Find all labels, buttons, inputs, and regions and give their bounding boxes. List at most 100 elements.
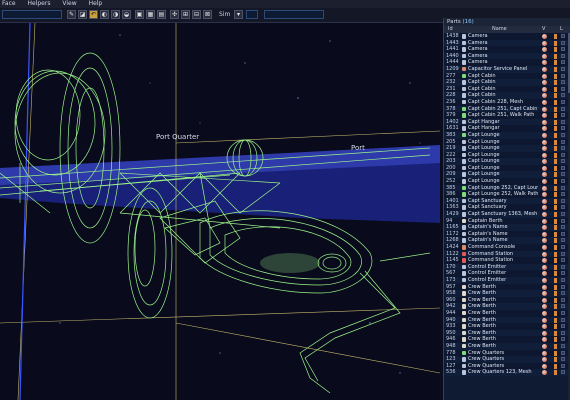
visibility-icon[interactable] <box>542 291 547 297</box>
move-icon[interactable]: ✣ <box>170 10 179 19</box>
checkbox[interactable] <box>561 284 565 289</box>
visibility-icon[interactable] <box>542 106 547 112</box>
table-row[interactable]: 236 Capt Cabin 228, Mesh <box>444 98 570 106</box>
table-row[interactable]: 386 Capt Lounge 252, Walk Path <box>444 191 570 198</box>
lock-icon[interactable] <box>554 146 557 152</box>
menu-helpers[interactable]: Helpers <box>28 0 51 8</box>
visibility-icon[interactable] <box>542 238 547 244</box>
visibility-icon[interactable] <box>542 152 547 158</box>
visibility-icon[interactable] <box>542 310 547 316</box>
checkbox[interactable] <box>561 337 565 342</box>
table-row[interactable]: 567 Control Emitter <box>444 270 570 277</box>
table-row[interactable]: 1444 Camera <box>444 59 570 66</box>
table-row[interactable]: 536 Crew Quarters 123, Mesh <box>444 369 570 376</box>
table-row[interactable]: 378 Capt Cabin 251, Capt Cabin <box>444 105 570 113</box>
lock-icon[interactable] <box>554 159 557 165</box>
remove-icon[interactable]: ⊟ <box>192 10 201 19</box>
visibility-icon[interactable] <box>542 357 547 363</box>
checkbox[interactable] <box>561 73 565 78</box>
visibility-icon[interactable] <box>542 324 547 330</box>
visibility-icon[interactable] <box>542 317 547 323</box>
checkbox[interactable] <box>561 66 565 71</box>
checkbox[interactable] <box>561 277 565 282</box>
table-row[interactable]: 1165 Captain's Name <box>444 224 570 231</box>
visibility-icon[interactable] <box>542 34 547 39</box>
checkbox[interactable] <box>561 291 565 296</box>
checkbox[interactable] <box>561 205 565 210</box>
visibility-icon[interactable] <box>542 126 547 132</box>
checkbox[interactable] <box>561 238 565 243</box>
table-row[interactable]: 222 Capt Lounge <box>444 151 570 159</box>
visibility-icon[interactable] <box>542 192 547 198</box>
lock-icon[interactable] <box>554 192 557 198</box>
visibility-icon[interactable] <box>542 225 547 231</box>
lock-icon[interactable] <box>554 324 557 330</box>
lock-icon[interactable] <box>554 258 557 264</box>
table-row[interactable]: 1402 Capt Hangar <box>444 118 570 126</box>
lock-icon[interactable] <box>554 60 557 66</box>
table-row[interactable]: 127 Crew Quarters <box>444 362 570 370</box>
visibility-icon[interactable] <box>542 245 547 250</box>
checkbox[interactable] <box>561 317 565 322</box>
lock-icon[interactable] <box>554 251 557 257</box>
checkbox[interactable] <box>561 231 565 236</box>
visibility-icon[interactable] <box>542 277 547 283</box>
lock-icon[interactable] <box>554 264 557 270</box>
visibility-icon[interactable] <box>542 99 547 105</box>
lock-icon[interactable] <box>554 330 557 336</box>
table-row[interactable]: 209 Capt Lounge <box>444 171 570 179</box>
lock-icon[interactable] <box>554 132 557 138</box>
visibility-icon[interactable] <box>542 198 547 204</box>
header-l[interactable]: L <box>560 26 563 33</box>
table-row[interactable]: 170 Control Emitter <box>444 263 570 271</box>
table-row[interactable]: 942 Crew Berth <box>444 303 570 310</box>
table-row[interactable]: 950 Crew Berth <box>444 329 570 337</box>
visibility-icon[interactable] <box>542 165 547 171</box>
checkbox[interactable] <box>561 212 565 217</box>
checkbox[interactable] <box>561 310 565 315</box>
table-row[interactable]: 123 Crew Quarters <box>444 356 570 363</box>
checkbox[interactable] <box>561 40 565 45</box>
checkbox[interactable] <box>561 370 565 375</box>
checkbox[interactable] <box>561 132 565 137</box>
table-row[interactable]: 1441 Camera <box>444 46 570 53</box>
lock-icon[interactable] <box>554 310 557 316</box>
lock-icon[interactable] <box>554 66 557 72</box>
lock-icon[interactable] <box>554 343 557 349</box>
visibility-icon[interactable] <box>542 231 547 237</box>
visibility-icon[interactable] <box>542 271 547 277</box>
visibility-icon[interactable] <box>542 172 547 178</box>
lock-icon[interactable] <box>554 113 557 119</box>
visibility-icon[interactable] <box>542 159 547 165</box>
lock-icon[interactable] <box>554 40 557 46</box>
checkbox[interactable] <box>561 343 565 348</box>
lock-icon[interactable] <box>554 80 557 86</box>
table-row[interactable]: 203 Capt Lounge <box>444 158 570 165</box>
table-row[interactable]: 944 Crew Berth <box>444 309 570 317</box>
lock-icon[interactable] <box>554 291 557 297</box>
grid-icon[interactable]: ▤ <box>157 10 166 19</box>
visibility-icon[interactable] <box>542 212 547 218</box>
checkbox[interactable] <box>561 139 565 144</box>
checkbox[interactable] <box>561 172 565 177</box>
lock-icon[interactable] <box>554 357 557 363</box>
checkbox[interactable] <box>561 34 565 38</box>
checkbox[interactable] <box>561 264 565 269</box>
visibility-icon[interactable] <box>542 93 547 99</box>
checkbox[interactable] <box>561 297 565 302</box>
visibility-icon[interactable] <box>542 73 547 79</box>
lock-icon[interactable] <box>554 126 557 132</box>
lock-icon[interactable] <box>554 47 557 53</box>
shade-dark-icon[interactable]: ◒ <box>122 10 131 19</box>
lock-icon[interactable] <box>554 212 557 218</box>
checkbox[interactable] <box>561 350 565 355</box>
visibility-icon[interactable] <box>542 146 547 152</box>
checkbox[interactable] <box>561 324 565 329</box>
checkbox[interactable] <box>561 185 565 190</box>
lock-icon[interactable] <box>554 205 557 211</box>
checkbox[interactable] <box>561 198 565 203</box>
close-box-icon[interactable]: ⊠ <box>203 10 212 19</box>
checkbox[interactable] <box>561 251 565 256</box>
lock-icon[interactable] <box>554 99 557 105</box>
search-input[interactable] <box>2 10 62 19</box>
